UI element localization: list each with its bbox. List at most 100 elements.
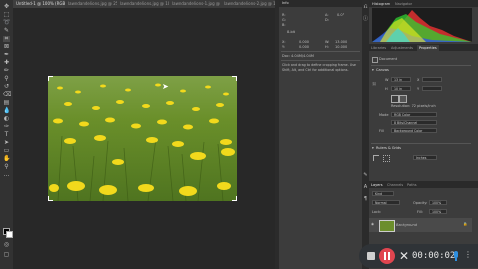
landscape-orientation-icon[interactable] (399, 95, 407, 103)
brush-panel-icon[interactable]: ✎ (362, 172, 369, 178)
bit-depth-select[interactable]: 8 Bits/Channel (391, 120, 437, 125)
background-color-swatch[interactable] (6, 231, 13, 238)
quick-mask-icon[interactable]: ◎ (3, 242, 10, 248)
info-panel-title: Info (282, 1, 289, 5)
info-b-label: B: (282, 23, 286, 27)
crop-handle[interactable] (48, 76, 53, 81)
paragraph-panel-icon[interactable]: ¶ (362, 196, 369, 202)
blend-mode-select[interactable]: Normal (372, 200, 400, 205)
fill-opacity-label: Fill: (417, 210, 423, 214)
info-x-label: X: (282, 40, 286, 44)
crop-handle[interactable] (232, 196, 237, 201)
dodge-tool-icon[interactable]: ◐ (3, 116, 10, 122)
tab-paths[interactable]: Paths (407, 182, 417, 188)
crop-handle[interactable] (232, 76, 237, 81)
visibility-eye-icon[interactable]: ◉ (371, 222, 374, 226)
more-options-icon[interactable]: ⋮ (464, 250, 472, 259)
canvas-y-field[interactable] (422, 86, 442, 91)
lock-label: Lock: (372, 210, 382, 214)
document-tab[interactable]: Untitled-1 @ 100% (RGB/8) (13, 0, 72, 8)
character-panel-icon[interactable]: A (362, 184, 369, 190)
tab-navigator[interactable]: Navigator (395, 1, 412, 7)
shape-tool-icon[interactable]: ▭ (3, 148, 10, 154)
zoom-tool-icon[interactable]: ⚲ (3, 164, 10, 170)
crop-handle[interactable] (48, 196, 53, 201)
color-mode-select[interactable]: RGB Color (391, 112, 437, 117)
more-tools-icon[interactable]: … (3, 172, 10, 178)
units-select[interactable]: Inches (413, 155, 437, 160)
divider (371, 65, 471, 66)
histogram-chart (372, 8, 472, 42)
layer-row[interactable]: ◉ Background 🔒 (369, 218, 472, 232)
grid-icon[interactable] (383, 155, 390, 162)
history-panel-icon[interactable]: ⎌ (362, 4, 369, 10)
tab-channels[interactable]: Channels (387, 182, 403, 188)
portrait-orientation-icon[interactable] (391, 95, 399, 103)
info-hint-text: Click and drag to define cropping frame.… (282, 63, 356, 72)
microphone-icon[interactable] (454, 251, 458, 258)
marquee-tool-icon[interactable]: ⬚ (3, 12, 10, 18)
canvas-x-field[interactable] (422, 77, 442, 82)
blur-tool-icon[interactable]: 💧 (3, 108, 10, 114)
dandelion-photo[interactable] (48, 76, 237, 201)
info-h-value: 10.000 (335, 45, 348, 49)
move-tool-icon[interactable]: ✥ (3, 4, 10, 10)
rulers-section-chevron-icon[interactable]: ▾ (372, 146, 374, 150)
quick-select-tool-icon[interactable]: ✎ (3, 28, 10, 34)
layer-thumbnail (379, 220, 395, 232)
document-tab[interactable]: lawndandelions-2.jpg @ 100% (RGB/8) (221, 0, 276, 8)
tab-adjustments[interactable]: Adjustments (391, 45, 413, 51)
pause-icon (388, 252, 390, 260)
info-y-label: Y: (282, 45, 285, 49)
cancel-icon[interactable]: ✕ (399, 247, 409, 265)
layer-kind-filter[interactable]: Kind (372, 191, 394, 196)
clone-stamp-tool-icon[interactable]: ⚲ (3, 76, 10, 82)
tab-properties[interactable]: Properties (417, 45, 439, 51)
fill-label: Fill (379, 129, 384, 133)
layers-tab-bar: Layers Channels Paths (369, 181, 478, 188)
hand-tool-icon[interactable]: ✋ (3, 156, 10, 162)
ruler-icon[interactable] (373, 155, 379, 161)
canvas-w-label: W (385, 78, 389, 82)
rulers-grids-section-title: Rulers & Grids (376, 146, 402, 150)
info-panel: Info R: G: B: 8-bit A: 0.0° D: X: 0.000 … (279, 0, 362, 269)
type-tool-icon[interactable]: T (3, 132, 10, 138)
pause-button[interactable] (379, 248, 395, 264)
frame-tool-icon[interactable]: ⊠ (3, 44, 10, 50)
eraser-tool-icon[interactable]: ⌫ (3, 92, 11, 98)
history-brush-tool-icon[interactable]: ↺ (3, 84, 10, 90)
tab-libraries[interactable]: Libraries (371, 45, 386, 51)
layer-name: Background (396, 223, 417, 227)
stop-icon[interactable] (367, 252, 375, 260)
lasso-tool-icon[interactable]: ➰ (3, 20, 10, 26)
crop-tool-icon[interactable]: ⌗ (3, 36, 10, 42)
screen-mode-icon[interactable]: ▢ (3, 252, 10, 258)
healing-brush-tool-icon[interactable]: ✚ (3, 60, 10, 66)
brush-tool-icon[interactable]: ✏ (3, 68, 10, 74)
pen-tool-icon[interactable]: ✑ (3, 124, 10, 130)
info-d-label: D: (325, 18, 329, 22)
screen-recorder-bar: ✕ 00:00:02 ⋮ (359, 244, 478, 268)
properties-tab-bar: Libraries Adjustments Properties (369, 44, 478, 51)
canvas-y-label: Y (417, 87, 420, 91)
path-selection-tool-icon[interactable]: ➤ (3, 140, 10, 146)
link-dimensions-icon[interactable]: ⛓ (372, 82, 376, 86)
canvas-width-field[interactable]: 13 in (391, 77, 411, 82)
opacity-field[interactable]: 100% (429, 200, 447, 205)
info-w-value: 13.000 (335, 40, 348, 44)
tab-histogram[interactable]: Histogram (372, 1, 390, 7)
tab-layers[interactable]: Layers (371, 182, 383, 188)
canvas-resolution: Resolution: 72 pixels/inch (391, 104, 436, 108)
canvas-h-label: H (385, 87, 388, 91)
canvas-height-field[interactable]: 10 in (391, 86, 411, 91)
tools-panel: ✥ ⬚ ➰ ✎ ⌗ ⊠ ✒ ✚ ✏ ⚲ ↺ ⌫ ▤ 💧 ◐ ✑ T ➤ ▭ ✋ … (0, 0, 14, 269)
fill-opacity-field[interactable]: 100% (429, 209, 447, 214)
eyedropper-tool-icon[interactable]: ✒ (3, 52, 10, 58)
gradient-tool-icon[interactable]: ▤ (3, 100, 10, 106)
document-tab[interactable]: lawndandelions.jpg @ 100% (RGB/8) (117, 0, 176, 8)
document-tab[interactable]: lawndandelions.jpg @ 25% (RGB/8) (65, 0, 124, 8)
info-panel-icon[interactable]: ⓘ (362, 16, 369, 22)
document-tab[interactable]: lawndandelions-1.jpg @ 100% (RGB/8) (169, 0, 228, 8)
fill-select[interactable]: Background Color (391, 128, 437, 133)
canvas-section-chevron-icon[interactable]: ▾ (372, 68, 374, 72)
